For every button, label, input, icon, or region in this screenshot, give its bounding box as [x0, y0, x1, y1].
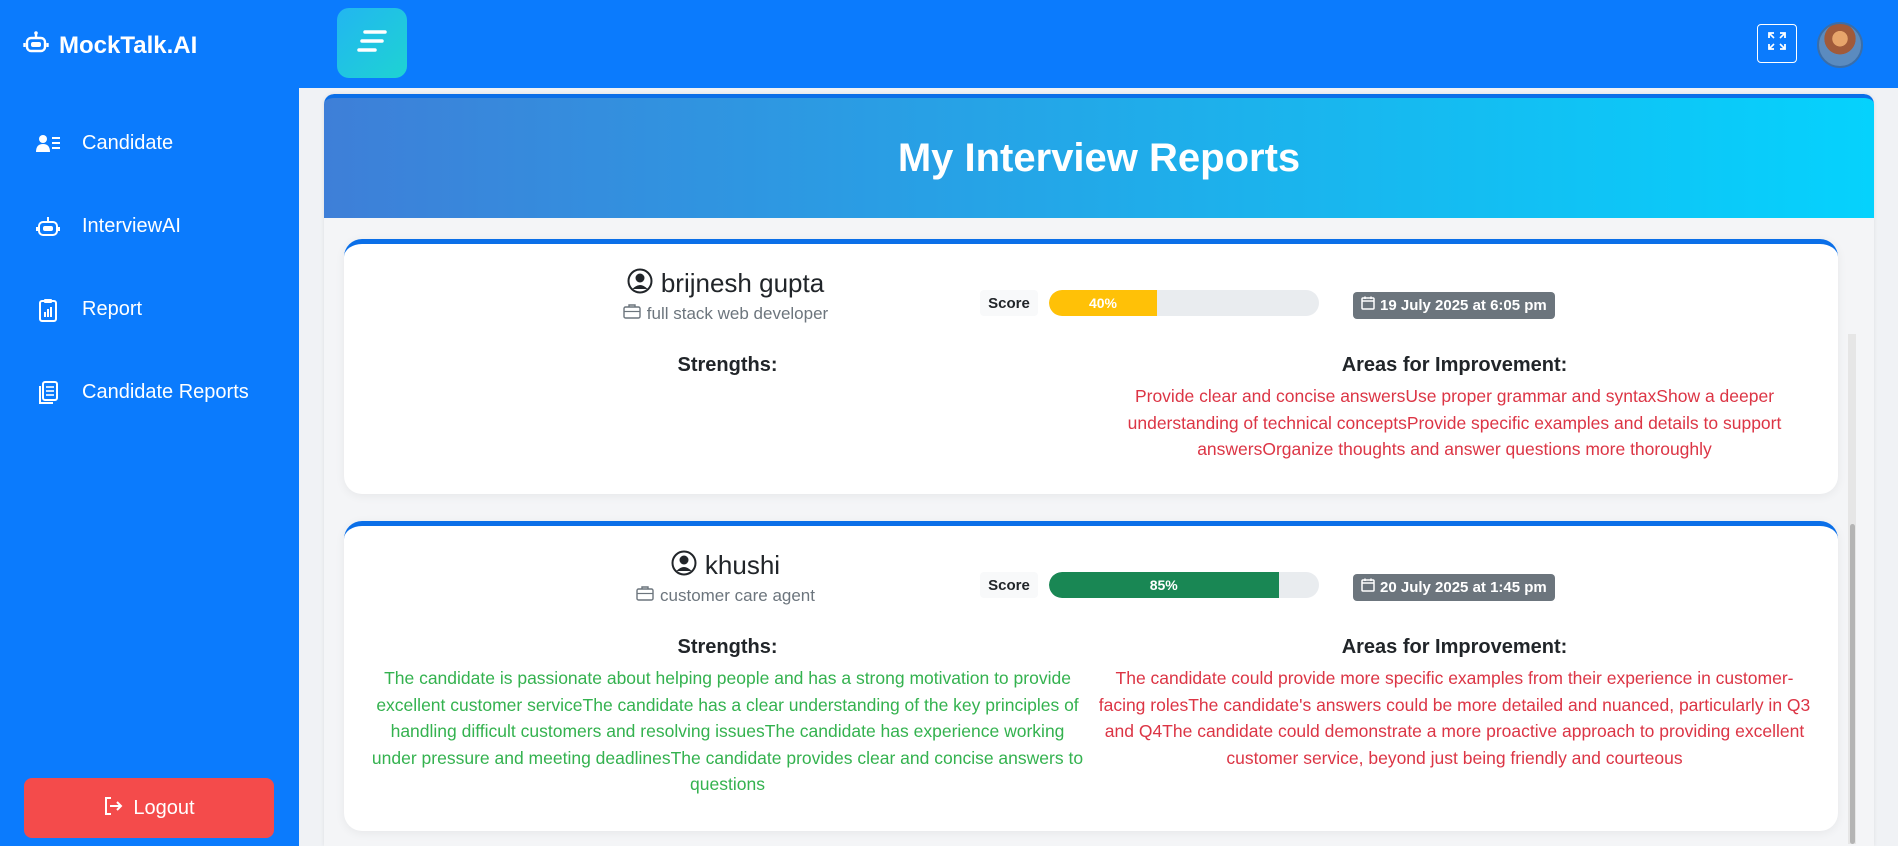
improvements-section: Areas for Improvement: The candidate cou…: [1091, 636, 1818, 798]
report-card-header: brijnesh gupta full stack web developer: [344, 244, 1838, 354]
sidebar-item-report[interactable]: Report: [0, 268, 299, 351]
strengths-section: Strengths: The candidate is passionate a…: [364, 636, 1091, 798]
page-title: My Interview Reports: [897, 135, 1301, 180]
logout-button[interactable]: Logout: [24, 778, 274, 838]
improvements-text: Provide clear and concise answersUse pro…: [1127, 386, 1782, 459]
sidebar-item-candidate-reports[interactable]: Candidate Reports: [0, 351, 299, 434]
improvements-section: Areas for Improvement: Provide clear and…: [1091, 354, 1818, 463]
top-bar: [299, 0, 1898, 88]
score-progress-fill: 40%: [1049, 290, 1157, 316]
candidate-name: brijnesh gupta: [660, 268, 825, 298]
sidebar-item-label: Candidate Reports: [82, 381, 249, 403]
report-date: 19 July 2025 at 6:05 pm: [1380, 297, 1547, 314]
report-card-header: khushi customer care agent Score 85% 20 …: [344, 526, 1838, 636]
fullscreen-button[interactable]: [1757, 24, 1797, 63]
menu-toggle-button[interactable]: [337, 8, 407, 78]
date-badge: 20 July 2025 at 1:45 pm: [1353, 574, 1555, 601]
calendar-icon: [1361, 296, 1375, 315]
report-details: Strengths: Areas for Improvement: Provid…: [344, 354, 1838, 483]
strengths-title: Strengths:: [677, 636, 778, 658]
brand[interactable]: MockTalk.AI: [23, 30, 197, 61]
main-content: My Interview Reports brijnesh gupta full…: [299, 88, 1898, 846]
fullscreen-icon: [1767, 31, 1787, 56]
robot-icon: [36, 215, 60, 239]
sidebar-item-candidate[interactable]: Candidate: [0, 102, 299, 185]
sidebar-item-label: Report: [82, 298, 143, 320]
logout-label: Logout: [133, 796, 195, 819]
sidebar-item-interviewai[interactable]: InterviewAI: [0, 185, 299, 268]
sidebar-item-label: Candidate: [82, 132, 174, 154]
reports-panel: My Interview Reports brijnesh gupta full…: [324, 94, 1874, 846]
briefcase-icon: [623, 303, 641, 324]
candidate-role: full stack web developer: [646, 303, 829, 323]
hamburger-icon: [357, 28, 387, 59]
score-progress-fill: 85%: [1049, 572, 1279, 598]
documents-icon: [36, 380, 60, 405]
candidate-role: customer care agent: [660, 585, 815, 605]
robot-logo-icon: [23, 30, 49, 61]
sidebar-nav: Candidate InterviewAI Report Candidate R…: [0, 102, 299, 434]
strengths-section: Strengths:: [364, 354, 1091, 463]
report-card: khushi customer care agent Score 85% 20 …: [344, 521, 1838, 831]
date-badge: 19 July 2025 at 6:05 pm: [1353, 292, 1555, 319]
report-details: Strengths: The candidate is passionate a…: [344, 636, 1838, 818]
user-avatar[interactable]: [1817, 22, 1863, 68]
improvements-title: Areas for Improvement:: [1341, 636, 1568, 658]
improvements-text: The candidate could provide more specifi…: [1098, 668, 1811, 768]
user-circle-icon: [627, 268, 653, 299]
sidebar-item-label: InterviewAI: [82, 215, 181, 237]
calendar-icon: [1361, 578, 1375, 597]
improvements-title: Areas for Improvement:: [1341, 354, 1568, 376]
report-icon: [36, 298, 60, 322]
scrollbar-thumb[interactable]: [1850, 524, 1855, 844]
score-label: Score: [980, 572, 1038, 598]
score-progress-bar: 40%: [1049, 290, 1319, 316]
report-date: 20 July 2025 at 1:45 pm: [1380, 579, 1547, 596]
app-name: MockTalk.AI: [59, 31, 198, 59]
logout-icon: [103, 796, 123, 821]
strengths-text: The candidate is passionate about helpin…: [371, 668, 1084, 794]
score-progress-bar: 85%: [1049, 572, 1319, 598]
user-circle-icon: [671, 550, 697, 581]
briefcase-icon: [636, 585, 654, 606]
candidate-icon: [36, 132, 60, 156]
sidebar: MockTalk.AI Candidate InterviewAI Report…: [0, 0, 299, 846]
score-label: Score: [980, 290, 1038, 316]
reports-header: My Interview Reports: [324, 94, 1874, 218]
strengths-title: Strengths:: [677, 354, 778, 376]
candidate-name: khushi: [704, 550, 781, 580]
report-card: brijnesh gupta full stack web developer: [344, 239, 1838, 494]
